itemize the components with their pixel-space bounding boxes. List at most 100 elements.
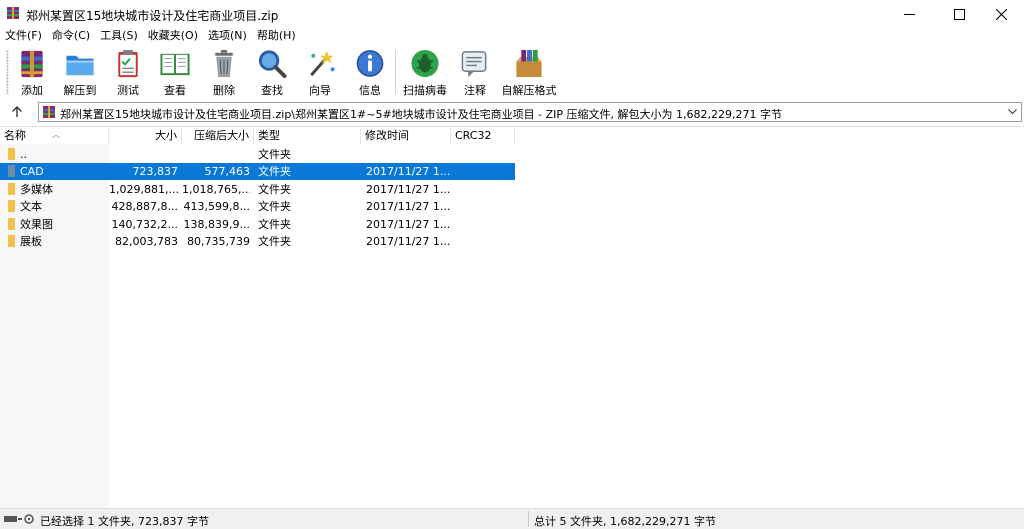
column-header-size[interactable]: 大小	[109, 127, 182, 145]
wizard-label: 向导	[309, 84, 331, 97]
row-packed: 413,599,8...	[183, 200, 250, 214]
window-title: 郑州某置区15地块城市设计及住宅商业项目.zip	[26, 9, 279, 23]
chevron-down-icon	[1007, 109, 1017, 115]
add-archive-icon	[21, 50, 43, 78]
wizard-button[interactable]: 向导	[302, 48, 338, 98]
up-folder-button[interactable]	[6, 102, 28, 122]
toolbar: 添加 解压到 测试 查看 删除 查找 向导 信息 扫描病毒 注释 自解压格式	[0, 44, 1024, 100]
arrow-up-icon	[12, 106, 22, 117]
minimize-icon	[903, 13, 915, 15]
close-button[interactable]	[978, 0, 1024, 28]
row-type: 文件夹	[258, 165, 291, 179]
view-label: 查看	[164, 84, 186, 97]
menu-bar: 文件(F) 命令(C) 工具(S) 收藏夹(O) 选项(N) 帮助(H)	[0, 28, 1024, 44]
scan-virus-label: 扫描病毒	[403, 84, 447, 97]
row-modified	[366, 146, 450, 163]
row-name: 效果图	[20, 217, 53, 231]
comment-icon	[461, 51, 487, 78]
row-size: 428,887,8...	[111, 200, 178, 214]
table-row[interactable]: 展板 82,003,783 80,735,739 文件夹 2017/11/27 1...	[0, 233, 515, 250]
toolbar-grip[interactable]	[6, 50, 9, 94]
folder-icon	[8, 165, 15, 178]
menu-file[interactable]: 文件(F)	[0, 28, 47, 44]
info-icon	[356, 50, 384, 77]
sfx-box-icon	[516, 49, 542, 78]
extract-to-label: 解压到	[63, 84, 97, 97]
column-header-name[interactable]: 名称 ︿	[0, 127, 109, 145]
address-row: 郑州某置区15地块城市设计及住宅商业项目.zip\郑州某置区1#~5#地块城市设…	[0, 100, 1024, 124]
status-total: 总计 5 文件夹, 1,682,229,271 字节	[534, 515, 716, 528]
maximize-button[interactable]	[936, 0, 982, 28]
menu-tools[interactable]: 工具(S)	[95, 28, 143, 44]
table-row[interactable]: 效果图 140,732,2... 138,839,9... 文件夹 2017/11/27…	[0, 216, 515, 233]
row-packed: 577,463	[204, 165, 251, 179]
folder-icon	[8, 217, 15, 230]
address-path: 郑州某置区15地块城市设计及住宅商业项目.zip\郑州某置区1#~5#地块城市设…	[60, 108, 782, 121]
row-modified: 2017/11/27 1...	[366, 235, 450, 248]
view-book-icon	[160, 53, 190, 76]
address-dropdown-button[interactable]	[1006, 106, 1018, 118]
scan-virus-button[interactable]: 扫描病毒	[401, 48, 449, 98]
test-label: 测试	[117, 84, 139, 97]
row-modified: 2017/11/27 1...	[366, 200, 450, 214]
row-packed	[182, 146, 250, 163]
toolbar-separator	[395, 50, 396, 94]
sfx-button[interactable]: 自解压格式	[501, 48, 557, 98]
menu-commands[interactable]: 命令(C)	[47, 28, 95, 44]
row-size	[109, 146, 178, 163]
find-button[interactable]: 查找	[254, 48, 290, 98]
file-list: 名称 ︿ 大小 压缩后大小 类型 修改时间 CRC32 .. 文件夹 CAD 723,…	[0, 126, 1024, 509]
table-row[interactable]: CAD 723,837 577,463 文件夹 2017/11/27 1...	[0, 163, 515, 181]
column-header-crc[interactable]: CRC32	[451, 127, 515, 145]
add-label: 添加	[21, 84, 43, 97]
add-button[interactable]: 添加	[14, 48, 50, 98]
row-size: 140,732,2...	[111, 217, 178, 231]
row-name: CAD	[20, 165, 44, 179]
row-modified: 2017/11/27 1...	[366, 165, 450, 179]
list-header: 名称 ︿ 大小 压缩后大小 类型 修改时间 CRC32	[0, 127, 1024, 145]
info-button[interactable]: 信息	[352, 48, 388, 98]
table-row[interactable]: .. 文件夹	[0, 146, 515, 163]
row-name: 文本	[20, 200, 42, 214]
extract-folder-icon	[66, 55, 94, 76]
find-label: 查找	[261, 84, 283, 97]
status-divider	[528, 511, 529, 527]
column-header-type[interactable]: 类型	[254, 127, 361, 145]
row-name: 多媒体	[20, 182, 53, 196]
trash-bin-icon	[215, 49, 233, 78]
table-row[interactable]: 文本 428,887,8... 413,599,8... 文件夹 2017/11/27 …	[0, 198, 515, 215]
row-type: 文件夹	[258, 217, 291, 231]
address-bar[interactable]: 郑州某置区15地块城市设计及住宅商业项目.zip\郑州某置区1#~5#地块城市设…	[38, 102, 1022, 122]
test-clipboard-icon	[118, 49, 138, 78]
title-bar: 郑州某置区15地块城市设计及住宅商业项目.zip	[0, 0, 1024, 28]
folder-icon	[8, 182, 15, 195]
extract-to-button[interactable]: 解压到	[60, 48, 100, 98]
folder-icon	[8, 148, 15, 160]
row-type: 文件夹	[258, 148, 291, 161]
sfx-label: 自解压格式	[501, 84, 557, 97]
view-button[interactable]: 查看	[156, 48, 194, 98]
menu-help[interactable]: 帮助(H)	[252, 28, 301, 44]
delete-label: 删除	[213, 84, 235, 97]
row-packed: 80,735,739	[187, 235, 250, 248]
row-name: 展板	[20, 235, 42, 248]
close-icon	[995, 8, 1007, 20]
magnifier-icon	[258, 50, 287, 79]
winrar-app-icon	[7, 7, 19, 19]
table-row[interactable]: 多媒体 1,029,881,... 1,018,765,... 文件夹 2017/11/…	[0, 181, 515, 198]
wizard-wand-icon	[310, 50, 335, 77]
minimize-button[interactable]	[886, 0, 932, 28]
column-header-modified[interactable]: 修改时间	[361, 127, 451, 145]
menu-options[interactable]: 选项(N)	[203, 28, 252, 44]
status-selection: 已经选择 1 文件夹, 723,837 字节	[40, 515, 209, 528]
delete-button[interactable]: 删除	[206, 48, 242, 98]
comment-label: 注释	[464, 84, 486, 97]
menu-favorites[interactable]: 收藏夹(O)	[143, 28, 203, 44]
test-button[interactable]: 测试	[110, 48, 146, 98]
virus-scan-icon	[411, 49, 439, 78]
column-header-packed[interactable]: 压缩后大小	[182, 127, 254, 145]
row-packed: 1,018,765,...	[182, 182, 250, 196]
comment-button[interactable]: 注释	[457, 48, 493, 98]
maximize-icon	[953, 8, 965, 20]
status-bar: 已经选择 1 文件夹, 723,837 字节 总计 5 文件夹, 1,682,2…	[0, 508, 1024, 529]
